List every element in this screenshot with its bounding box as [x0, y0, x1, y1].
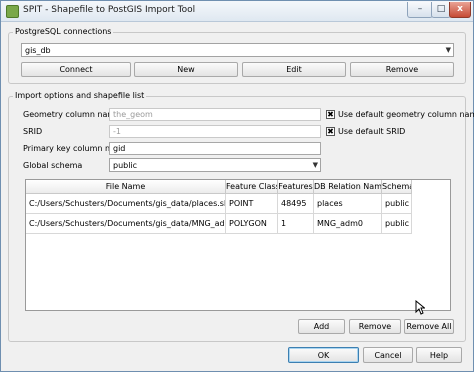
spit-dialog: SPIT - Shapefile to PostGIS Import Tool …	[0, 0, 474, 372]
table-cell[interactable]: public	[382, 194, 412, 214]
table-cell[interactable]: C:/Users/Schusters/Documents/gis_data/MN…	[26, 214, 226, 234]
table-cell[interactable]: 1	[278, 214, 314, 234]
geometry-column-label: Geometry column name	[23, 110, 121, 119]
window-title: SPIT - Shapefile to PostGIS Import Tool	[23, 5, 196, 15]
remove-connection-button[interactable]: Remove	[350, 62, 454, 77]
use-default-srid-label: Use default SRID	[338, 127, 406, 136]
remove-file-button[interactable]: Remove	[349, 319, 401, 334]
title-bar[interactable]: SPIT - Shapefile to PostGIS Import Tool …	[1, 1, 473, 22]
primary-key-field[interactable]: gid	[109, 142, 321, 155]
connect-button[interactable]: Connect	[21, 62, 131, 77]
use-default-srid-checkbox[interactable]: ✖	[326, 127, 335, 136]
remove-all-files-button[interactable]: Remove All	[404, 319, 454, 334]
column-header-file-name[interactable]: File Name	[26, 180, 226, 194]
global-schema-label: Global schema	[23, 161, 83, 170]
connection-select-value: gis_db	[25, 46, 51, 55]
ok-button[interactable]: OK	[288, 347, 359, 363]
geometry-column-field[interactable]: the_geom	[109, 108, 321, 121]
global-schema-value: public	[113, 161, 138, 170]
table-cell[interactable]: C:/Users/Schusters/Documents/gis_data/pl…	[26, 194, 226, 214]
shapefile-table[interactable]: File Name Feature Class Features DB Rela…	[25, 179, 451, 311]
column-header-db-relation[interactable]: DB Relation Name	[314, 180, 382, 194]
app-icon	[6, 5, 19, 18]
table-cell[interactable]: POINT	[226, 194, 278, 214]
new-connection-button[interactable]: New	[134, 62, 238, 77]
column-header-features[interactable]: Features	[278, 180, 314, 194]
edit-connection-button[interactable]: Edit	[242, 62, 346, 77]
column-header-feature-class[interactable]: Feature Class	[226, 180, 278, 194]
connections-group-label: PostgreSQL connections	[13, 27, 114, 36]
minimize-button[interactable]: –	[407, 2, 433, 18]
help-button[interactable]: Help	[416, 347, 462, 363]
close-button[interactable]: x	[449, 2, 471, 18]
import-options-group-label: Import options and shapefile list	[13, 91, 147, 100]
connection-select[interactable]: gis_db ▼	[21, 43, 454, 57]
column-header-schema[interactable]: Schema	[382, 180, 412, 194]
mouse-pointer-icon	[415, 300, 425, 315]
table-cell[interactable]: MNG_adm0	[314, 214, 382, 234]
table-cell[interactable]: POLYGON	[226, 214, 278, 234]
use-default-geometry-label: Use default geometry column name	[338, 110, 474, 119]
chevron-down-icon: ▼	[445, 46, 451, 54]
table-cell[interactable]: public	[382, 214, 412, 234]
add-file-button[interactable]: Add	[298, 319, 345, 334]
table-cell[interactable]: places	[314, 194, 382, 214]
cancel-button[interactable]: Cancel	[363, 347, 413, 363]
srid-label: SRID	[23, 127, 43, 136]
chevron-down-icon: ▼	[312, 161, 318, 169]
srid-field[interactable]: -1	[109, 125, 321, 138]
maximize-button[interactable]: □	[431, 2, 451, 18]
use-default-geometry-checkbox[interactable]: ✖	[326, 110, 335, 119]
global-schema-select[interactable]: public ▼	[109, 158, 321, 172]
table-cell[interactable]: 48495	[278, 194, 314, 214]
